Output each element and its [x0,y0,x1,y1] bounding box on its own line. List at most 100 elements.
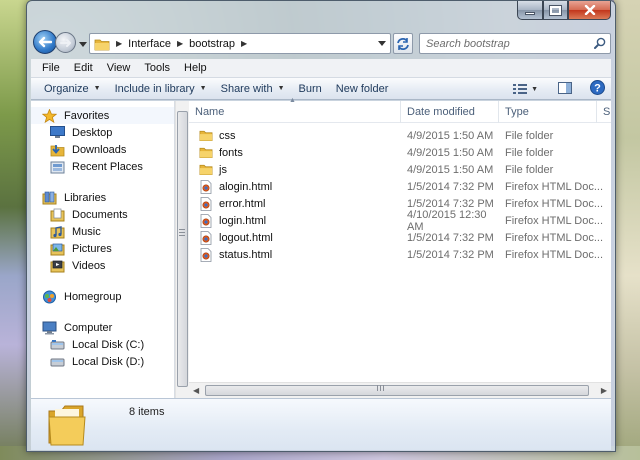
command-bar-right: ▼ ? [513,80,605,98]
organize-label: Organize [44,82,89,95]
scroll-right-icon[interactable]: ▶ [601,386,607,395]
file-type: Firefox HTML Doc... [505,197,603,210]
breadcrumb-separator-icon[interactable]: ▶ [177,39,183,48]
table-row[interactable]: error.html 1/5/2014 7:32 PM Firefox HTML… [189,195,611,212]
search-box[interactable] [419,33,611,54]
file-name: status.html [219,248,273,261]
refresh-icon [397,37,409,50]
file-name: error.html [219,197,266,210]
share-with-button[interactable]: Share with ▼ [214,83,292,95]
sidebar-item-label: Libraries [64,191,107,204]
help-button[interactable]: ? [590,80,605,98]
file-type: Firefox HTML Doc... [505,231,603,244]
pictures-icon [49,242,65,256]
table-row[interactable]: logout.html 1/5/2014 7:32 PM Firefox HTM… [189,229,611,246]
table-row[interactable]: css 4/9/2015 1:50 AM File folder [189,127,611,144]
html-file-icon [199,179,213,194]
menu-file[interactable]: File [35,62,67,74]
address-bar[interactable]: ▶ Interface ▶ bootstrap ▶ [89,33,391,54]
sidebar-item-label: Downloads [72,143,127,156]
forward-arrow-icon [59,38,71,47]
navigation-bar: ▶ Interface ▶ bootstrap ▶ [31,29,611,57]
sidebar-item-pictures[interactable]: Pictures [31,240,174,257]
scrollbar-thumb[interactable] [177,111,188,387]
column-header-size[interactable]: Size [597,101,611,123]
sidebar-item-downloads[interactable]: Downloads [31,141,174,158]
scrollbar-thumb[interactable] [205,385,589,396]
sidebar-item-homegroup[interactable]: Homegroup [31,288,174,305]
organize-button[interactable]: Organize ▼ [37,83,108,95]
sidebar-item-libraries[interactable]: Libraries [31,189,174,206]
desktop-icon [49,126,65,140]
breadcrumb-separator-icon[interactable]: ▶ [241,39,247,48]
menu-view[interactable]: View [100,62,138,74]
sidebar-item-label: Favorites [64,109,110,122]
folder-icon [47,401,87,450]
hard-drive-icon [49,355,65,369]
file-date: 4/10/2015 12:30 AM [407,208,487,233]
maximize-button[interactable] [543,1,568,20]
minimize-button[interactable] [517,1,543,20]
preview-pane-button[interactable] [558,81,572,97]
address-dropdown[interactable] [374,34,390,53]
new-folder-button[interactable]: New folder [329,83,396,95]
breadcrumb-separator-icon[interactable]: ▶ [116,39,122,48]
star-icon [41,108,57,123]
details-pane: 8 items [31,398,611,450]
scroll-left-icon[interactable]: ◀ [193,386,199,395]
refresh-button[interactable] [393,33,413,54]
file-list-horizontal-scrollbar[interactable]: ◀ ▶ [189,382,611,398]
menu-edit[interactable]: Edit [67,62,100,74]
sidebar-item-label: Documents [72,208,128,221]
file-type: Firefox HTML Doc... [505,248,603,261]
chevron-down-icon: ▼ [93,85,101,92]
desktop-background-right [614,0,640,460]
sidebar-item-computer[interactable]: Computer [31,319,174,336]
menu-help[interactable]: Help [177,62,214,74]
include-in-library-button[interactable]: Include in library ▼ [108,83,214,95]
downloads-icon [49,143,65,157]
html-file-icon [199,196,213,211]
sidebar-item-label: Desktop [72,126,113,139]
sidebar-item-label: Computer [64,321,113,334]
sidebar-item-videos[interactable]: Videos [31,257,174,274]
breadcrumb-interface[interactable]: Interface [128,38,171,50]
sidebar-item-label: Videos [72,259,106,272]
include-in-library-label: Include in library [114,82,195,95]
recent-pages-dropdown[interactable] [79,39,87,47]
table-row[interactable]: login.html 4/10/2015 12:30 AM Firefox HT… [189,209,611,233]
column-header-name[interactable]: ▲ Name [189,97,401,123]
breadcrumb-bootstrap[interactable]: bootstrap [189,38,235,50]
table-row[interactable]: fonts 4/9/2015 1:50 AM File folder [189,144,611,161]
scrollbar-grip-icon [179,229,185,236]
sidebar-item-favorites[interactable]: Favorites [31,107,174,124]
table-row[interactable]: status.html 1/5/2014 7:32 PM Firefox HTM… [189,246,611,263]
menu-bar: File Edit View Tools Help [31,59,611,78]
explorer-window: ▶ Interface ▶ bootstrap ▶ File [26,0,616,452]
forward-button[interactable] [55,32,76,53]
sidebar-item-local-disk-c[interactable]: Local Disk (C:) [31,336,174,353]
menu-tools[interactable]: Tools [137,62,177,74]
sidebar-item-music[interactable]: Music [31,223,174,240]
sidebar-item-desktop[interactable]: Desktop [31,124,174,141]
table-row[interactable]: alogin.html 1/5/2014 7:32 PM Firefox HTM… [189,178,611,195]
sidebar-item-local-disk-d[interactable]: Local Disk (D:) [31,353,174,370]
change-view-button[interactable]: ▼ [513,83,538,95]
burn-button[interactable]: Burn [292,83,329,95]
file-name: css [219,129,236,142]
file-type: Firefox HTML Doc... [505,180,603,193]
search-input[interactable] [426,37,586,50]
back-button[interactable] [33,30,57,54]
column-header-date-modified[interactable]: Date modified [401,100,499,123]
scrollbar-grip-icon [377,385,384,391]
sidebar-item-label: Local Disk (D:) [72,355,145,368]
folder-icon [199,163,213,177]
sidebar-item-documents[interactable]: Documents [31,206,174,223]
sidebar-item-recent-places[interactable]: Recent Places [31,158,174,175]
search-icon[interactable] [594,37,606,52]
navigation-pane-scrollbar[interactable] [175,101,189,399]
column-header-type[interactable]: Type [499,100,597,123]
minimize-icon [525,11,535,15]
table-row[interactable]: js 4/9/2015 1:50 AM File folder [189,161,611,178]
close-button[interactable] [568,1,611,20]
